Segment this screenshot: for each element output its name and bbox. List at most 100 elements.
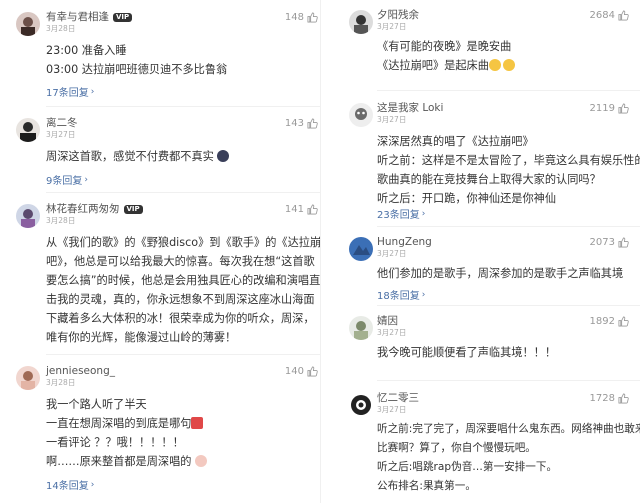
- like-button[interactable]: 141: [285, 204, 318, 215]
- emoji-icon: [195, 455, 208, 467]
- like-button[interactable]: 1728: [590, 393, 629, 404]
- thumbs-up-icon: [618, 10, 629, 21]
- chevron-right-icon: ›: [90, 479, 95, 490]
- like-count: 2073: [589, 237, 615, 248]
- divider: [377, 90, 640, 91]
- comment-date: 3月27日: [377, 249, 407, 258]
- like-count: 1892: [589, 316, 615, 327]
- comment-text: 深深居然真的唱了《达拉崩吧》 听之前：这样是不是太冒险了，毕竟这么具有娱乐性的 …: [377, 135, 640, 205]
- comment-item: 这是我家 Loki 3月27日 2119 深深居然真的唱了《达拉崩吧》 听之前：…: [321, 101, 640, 226]
- replies-link[interactable]: 18条回复 ›: [377, 287, 426, 303]
- vip-badge: VIP: [113, 12, 133, 22]
- like-count: 1728: [589, 393, 615, 404]
- comment-meta: HungZeng 3月27日: [377, 235, 432, 259]
- username[interactable]: HungZeng: [377, 235, 432, 249]
- replies-link[interactable]: 23条回复 ›: [377, 206, 426, 222]
- username[interactable]: 婧因: [377, 314, 398, 328]
- comment-meta: 离二冬 3月27日: [46, 116, 78, 140]
- like-count: 140: [284, 366, 304, 377]
- comments-column-left: 有幸与君相逢 VIP 3月28日 148 23:00 准备入睡 03:00 达拉崩…: [0, 0, 320, 503]
- like-button[interactable]: 2684: [590, 10, 629, 21]
- comment-text: 《有可能的夜晚》是晚安曲 《达拉崩吧》是起床曲: [377, 37, 515, 75]
- chevron-right-icon: ›: [84, 174, 88, 185]
- avatar[interactable]: [16, 366, 40, 390]
- comment-text: 从《我们的歌》的《野狼disco》到《歌手》的《达拉崩 吧》，他总是可以给我最大…: [46, 236, 320, 344]
- comment-text: 周深这首歌，感觉不付费都不真实: [46, 147, 230, 166]
- comment-item: jennieseong_ 3月28日 140 我一个路人听了半天 一直在想周深唱…: [0, 364, 320, 503]
- divider: [46, 192, 320, 193]
- like-count: 2119: [589, 103, 615, 114]
- comment-date: 3月27日: [46, 130, 76, 139]
- like-button[interactable]: 2073: [590, 237, 629, 248]
- emoji-icon: [217, 150, 230, 162]
- thumbs-up-icon: [307, 118, 318, 129]
- comment-item: 夕阳残余 3月27日 2684 《有可能的夜晚》是晚安曲 《达拉崩吧》是起床曲: [321, 8, 640, 88]
- username[interactable]: 这是我家 Loki: [377, 101, 443, 115]
- like-count: 141: [284, 204, 304, 215]
- username[interactable]: 夕阳残余: [377, 8, 419, 22]
- chevron-right-icon: ›: [421, 208, 426, 219]
- replies-link[interactable]: 9条回复 ›: [46, 172, 88, 188]
- username[interactable]: 有幸与君相逢: [46, 10, 109, 24]
- comment-meta: jennieseong_ 3月28日: [46, 364, 115, 388]
- like-button[interactable]: 143: [285, 118, 318, 129]
- replies-link[interactable]: 17条回复 ›: [46, 84, 95, 100]
- comment-date: 3月27日: [377, 405, 407, 414]
- divider: [377, 380, 640, 381]
- like-button[interactable]: 140: [285, 366, 318, 377]
- vip-badge: VIP: [123, 204, 143, 214]
- thumbs-up-icon: [618, 393, 629, 404]
- comments-screen: 有幸与君相逢 VIP 3月28日 148 23:00 准备入睡 03:00 达拉崩…: [0, 0, 640, 503]
- comment-meta: 林花春红两匆匆 VIP 3月28日: [46, 202, 143, 226]
- comment-text: 23:00 准备入睡 03:00 达拉崩吧班德贝迪不多比鲁翁: [46, 44, 228, 76]
- like-count: 148: [284, 12, 304, 23]
- chevron-right-icon: ›: [90, 86, 95, 97]
- avatar[interactable]: [349, 316, 373, 340]
- avatar[interactable]: [349, 10, 373, 34]
- laughing-emoji-icon: [488, 59, 501, 71]
- username[interactable]: jennieseong_: [46, 364, 115, 378]
- comments-column-right: 夕阳残余 3月27日 2684 《有可能的夜晚》是晚安曲 《达拉崩吧》是起床曲 …: [320, 0, 640, 503]
- comment-date: 3月27日: [377, 22, 407, 31]
- chevron-right-icon: ›: [421, 289, 426, 300]
- comment-date: 3月28日: [46, 216, 76, 225]
- comment-item: 忆二零三 3月27日 1728 听之前:完了完了，周深要唱什么鬼东西。网络神曲也…: [321, 391, 640, 503]
- like-count: 143: [284, 118, 304, 129]
- avatar[interactable]: [349, 237, 373, 261]
- thumbs-up-icon: [307, 12, 318, 23]
- comment-meta: 忆二零三 3月27日: [377, 391, 419, 415]
- thumbs-up-icon: [618, 316, 629, 327]
- like-count: 2684: [589, 10, 615, 21]
- username[interactable]: 离二冬: [46, 116, 78, 130]
- comment-text: 我一个路人听了半天 一直在想周深唱的到底是哪句 一看评论 ？？哦！！！！！ 啊……: [46, 395, 208, 471]
- replies-link[interactable]: 14条回复 ›: [46, 477, 95, 493]
- comment-meta: 婧因 3月27日: [377, 314, 406, 338]
- divider: [377, 226, 640, 227]
- avatar[interactable]: [349, 103, 373, 127]
- comment-date: 3月28日: [46, 378, 76, 387]
- avatar[interactable]: [16, 12, 40, 36]
- comment-item: 林花春红两匆匆 VIP 3月28日 141 从《我们的歌》的《野狼disco》到《…: [0, 202, 320, 354]
- divider: [46, 106, 320, 107]
- comment-text: 他们参加的是歌手，周深参加的是歌手之声临其境: [377, 267, 624, 280]
- like-button[interactable]: 148: [285, 12, 318, 23]
- username[interactable]: 忆二零三: [377, 391, 419, 405]
- avatar[interactable]: [349, 393, 373, 417]
- comment-text: 我今晚可能顺便看了声临其境！！！: [377, 346, 557, 359]
- comment-item: 有幸与君相逢 VIP 3月28日 148 23:00 准备入睡 03:00 达拉崩…: [0, 10, 320, 106]
- comment-date: 3月27日: [377, 115, 407, 124]
- laughing-emoji-icon: [502, 59, 515, 71]
- username[interactable]: 林花春红两匆匆: [46, 202, 120, 216]
- comment-text: 听之前:完了完了，周深要唱什么鬼东西。网络神曲也敢来 比赛啊？算了，你自个慢慢玩…: [377, 423, 640, 492]
- emoji-icon: [191, 417, 204, 429]
- thumbs-up-icon: [618, 237, 629, 248]
- comment-meta: 夕阳残余 3月27日: [377, 8, 419, 32]
- like-button[interactable]: 1892: [590, 316, 629, 327]
- avatar[interactable]: [16, 118, 40, 142]
- divider: [377, 305, 640, 306]
- like-button[interactable]: 2119: [590, 103, 629, 114]
- divider: [46, 354, 320, 355]
- avatar[interactable]: [16, 204, 40, 228]
- comment-item: HungZeng 3月27日 2073 他们参加的是歌手，周深参加的是歌手之声临…: [321, 235, 640, 303]
- comment-date: 3月27日: [377, 328, 407, 337]
